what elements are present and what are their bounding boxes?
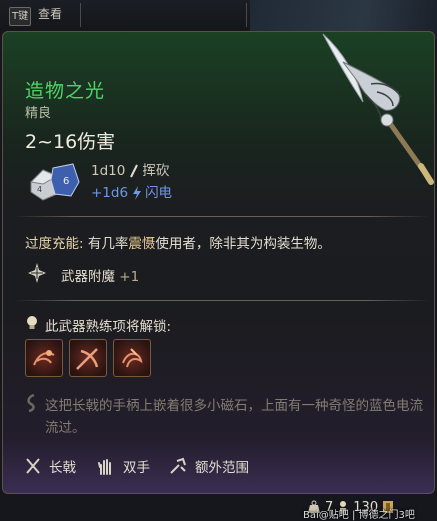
item-rarity: 精良 — [25, 106, 52, 121]
damage-total: 2~16伤害 — [25, 131, 116, 153]
damage-type: 挥砍 — [142, 163, 170, 179]
item-tooltip: 造物之光 精良 2~16伤害 6 4 1d10 挥砍 +1d6 闪电 过度充能:… — [2, 31, 435, 521]
weapon-action-2[interactable] — [69, 339, 107, 377]
enchantment-label: 武器附魔 — [61, 269, 115, 285]
watermark: Bai@贴吧 | 博德之门3吧 — [303, 510, 415, 521]
weapon-image — [322, 33, 434, 185]
action-icon — [122, 348, 143, 368]
divider — [80, 3, 81, 27]
hotkey-badge: T键 — [9, 7, 32, 26]
enchantment-bonus: +1 — [119, 269, 140, 285]
property-halberd: 长戟 — [25, 456, 76, 476]
property-reach: 额外范围 — [169, 456, 249, 476]
property-label: 额外范围 — [195, 460, 249, 476]
weapon-enchantment: 武器附魔 +1 — [61, 265, 139, 285]
damage-dice: 1d10 — [91, 163, 126, 179]
damage-line: +1d6 闪电 — [91, 184, 172, 202]
view-button[interactable]: 查看 — [38, 5, 62, 22]
svg-text:4: 4 — [37, 185, 42, 194]
lightbulb-icon — [27, 316, 37, 329]
dice-icon: 6 4 — [29, 163, 80, 201]
two-handed-icon — [98, 459, 111, 475]
halberd-icon — [26, 458, 40, 474]
slash-icon — [130, 164, 139, 178]
flavor-text: 这把长戟的手柄上嵌着很多小磁石，上面有一种奇怪的蓝色电流流过。 — [45, 398, 423, 436]
lightning-icon — [133, 186, 142, 200]
proficiency-title: 此武器熟练项将解锁: — [45, 319, 172, 335]
svg-text:6: 6 — [63, 176, 69, 187]
keyword-dazed[interactable]: 震慑 — [128, 236, 155, 252]
damage-line: 1d10 挥砍 — [91, 162, 169, 180]
property-label: 长戟 — [49, 460, 76, 476]
passive-text: 使用者，除非其为构装生物。 — [155, 236, 331, 252]
property-label: 双手 — [123, 460, 150, 476]
action-icon — [33, 350, 55, 366]
passive-text: 有几率 — [83, 236, 129, 252]
top-bar: T键 查看 — [0, 0, 437, 40]
divider — [13, 300, 430, 301]
divider — [246, 3, 247, 27]
weapon-action-1[interactable] — [25, 339, 63, 377]
damage-dice: +1d6 — [91, 185, 129, 201]
reach-icon — [170, 457, 186, 474]
action-icon — [76, 348, 99, 370]
damage-type: 闪电 — [145, 185, 173, 201]
passive-description: 过度充能: 有几率震慑使用者，除非其为构装生物。 — [25, 232, 331, 252]
passive-name: 过度充能: — [25, 236, 84, 252]
item-name: 造物之光 — [25, 80, 106, 102]
enchantment-icon — [28, 263, 46, 283]
quote-icon — [27, 394, 35, 412]
property-two-handed: 双手 — [97, 456, 150, 476]
weapon-action-3[interactable] — [113, 339, 151, 377]
divider — [13, 216, 430, 217]
